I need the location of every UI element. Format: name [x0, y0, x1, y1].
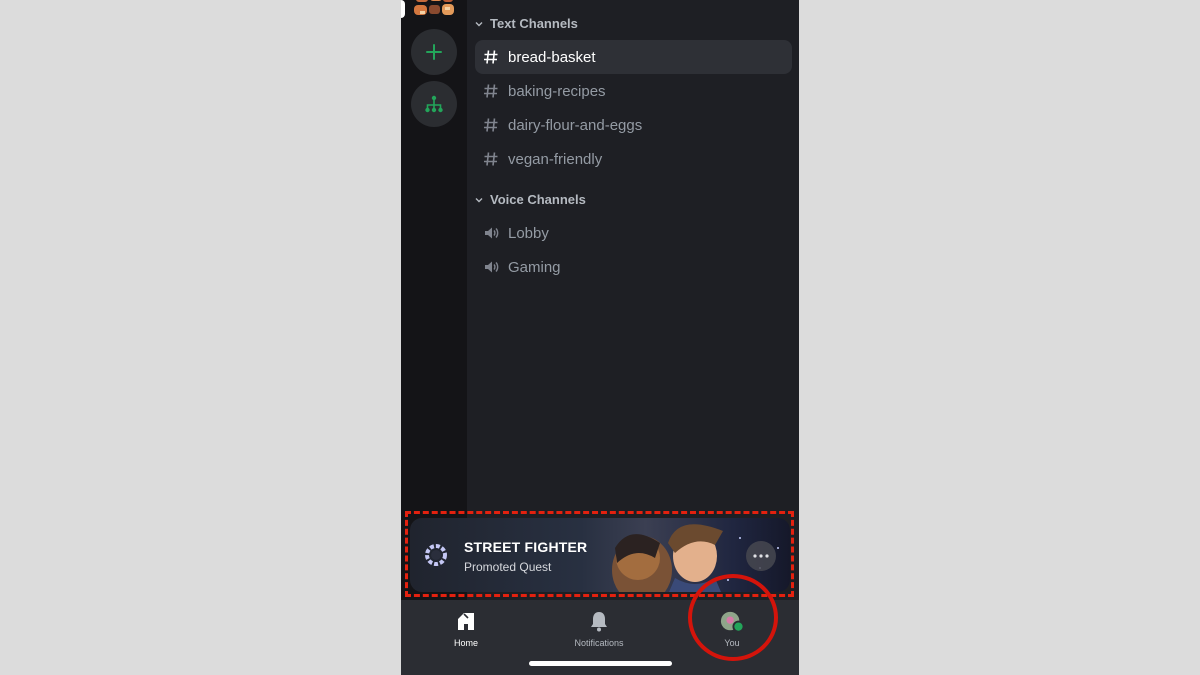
selected-server-indicator [401, 0, 405, 18]
channel-label: bread-basket [508, 48, 596, 66]
server-icon[interactable] [412, 0, 456, 22]
speaker-icon [483, 225, 499, 241]
channel-baking-recipes[interactable]: baking-recipes [475, 74, 792, 108]
category-label: Voice Channels [490, 192, 586, 207]
chevron-down-icon [475, 21, 483, 26]
nav-label: Home [453, 638, 478, 648]
nav-notifications[interactable]: Notifications [554, 610, 644, 648]
server-rail [401, 0, 467, 600]
bell-icon [587, 610, 611, 632]
add-server-button[interactable] [411, 29, 457, 75]
channel-list: Text Channels bread-basket baking-recipe… [467, 0, 799, 600]
channel-bread-basket[interactable]: bread-basket [475, 40, 792, 74]
discover-button[interactable] [411, 81, 457, 127]
hash-icon [483, 49, 499, 65]
home-indicator [529, 661, 672, 666]
category-label: Text Channels [490, 16, 578, 31]
nav-label: Notifications [574, 638, 624, 648]
you-highlight-circle [688, 574, 778, 661]
hash-icon [483, 83, 499, 99]
hierarchy-icon [425, 95, 443, 113]
category-voice-channels[interactable]: Voice Channels [473, 192, 586, 207]
nav-home[interactable]: Home [421, 610, 511, 648]
speaker-icon [483, 259, 499, 275]
hash-icon [483, 117, 499, 133]
channel-label: Gaming [508, 258, 561, 276]
channel-label: baking-recipes [508, 82, 606, 100]
channel-dairy-flour-and-eggs[interactable]: dairy-flour-and-eggs [475, 108, 792, 142]
chevron-down-icon [475, 197, 483, 202]
hash-icon [483, 151, 499, 167]
category-text-channels[interactable]: Text Channels [473, 16, 578, 31]
plus-icon [426, 44, 442, 60]
home-icon [454, 610, 478, 632]
channel-label: vegan-friendly [508, 150, 603, 168]
channel-label: dairy-flour-and-eggs [508, 116, 643, 134]
channel-gaming[interactable]: Gaming [475, 250, 792, 284]
channel-lobby[interactable]: Lobby [475, 216, 792, 250]
channel-vegan-friendly[interactable]: vegan-friendly [475, 142, 792, 176]
channel-label: Lobby [508, 224, 549, 242]
